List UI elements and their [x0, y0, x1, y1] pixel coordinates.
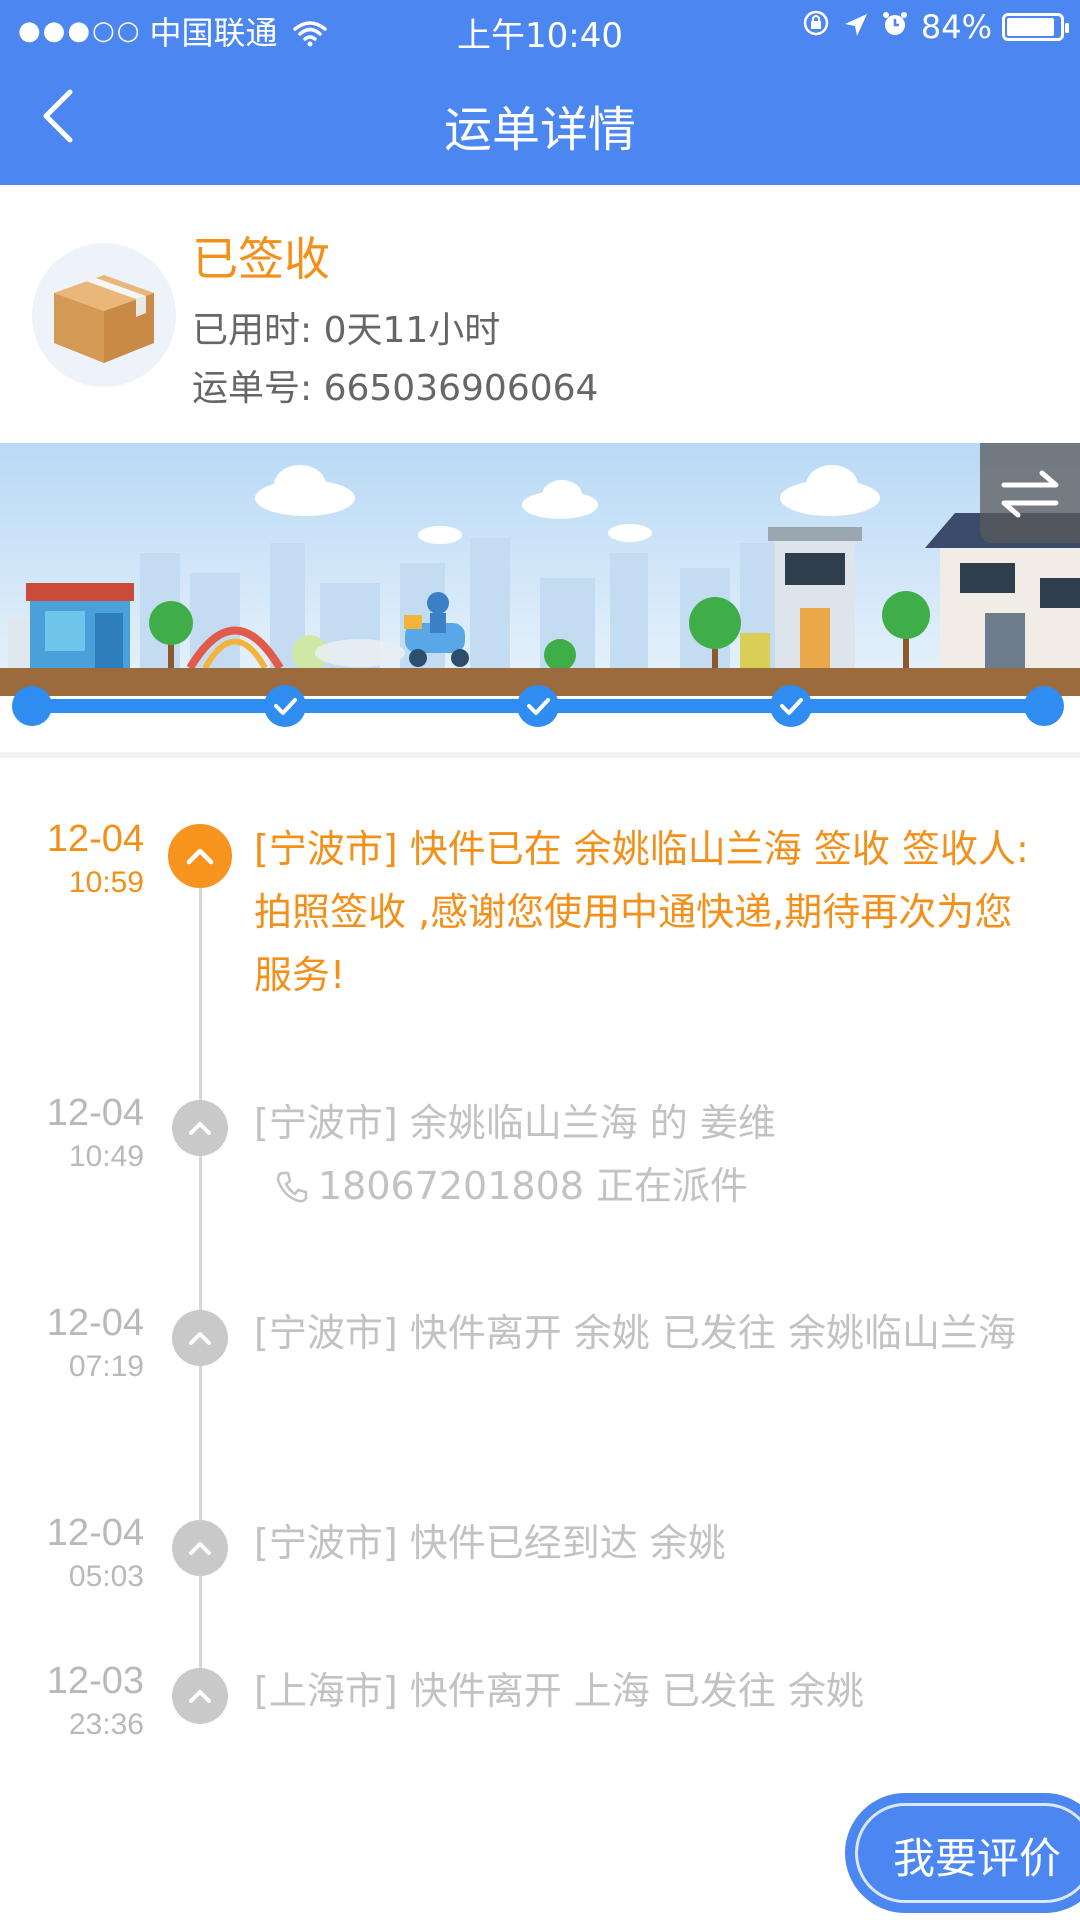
- progress-checkpoint: [264, 685, 306, 727]
- progress-endpoint: [12, 686, 52, 726]
- status-bar: ●●●○○ 中国联通 上午10:40 84%: [0, 0, 1080, 58]
- battery-level: [1007, 18, 1055, 36]
- progress-checkpoint: [517, 685, 559, 727]
- event-marker: [168, 824, 232, 888]
- tracking-timeline: 12-04 10:59 [宁波市] 快件已在 余姚临山兰海 签收 签收人: 拍照…: [0, 790, 1080, 1790]
- chevron-up-icon: [189, 1542, 211, 1555]
- event-time: 10:49: [68, 1140, 144, 1173]
- event-date: 12-04: [46, 1302, 144, 1344]
- waybill-number: 运单号: 665036906064: [192, 359, 598, 411]
- page-title: 运单详情: [443, 102, 636, 158]
- delivery-status: 已签收: [192, 232, 330, 286]
- event-description: [上海市] 快件离开 上海 已发往 余姚: [254, 1669, 864, 1713]
- battery-percent: 84%: [920, 8, 992, 46]
- divider: [0, 752, 1080, 758]
- event-time: 23:36: [68, 1708, 144, 1741]
- status-icons: 84%: [801, 8, 1069, 46]
- chevron-up-icon: [189, 1690, 211, 1703]
- rate-button[interactable]: 我要评价: [845, 1793, 1080, 1913]
- waybill-value[interactable]: 665036906064: [324, 368, 599, 409]
- elapsed-label: 已用时:: [192, 310, 313, 351]
- event-text: [宁波市] 余姚临山兰海 的 姜维: [254, 1101, 776, 1145]
- progress-checkpoint: [770, 685, 812, 727]
- event-date: 12-04: [46, 1512, 144, 1554]
- swap-icon: [1001, 470, 1059, 518]
- event-date: 12-03: [46, 1660, 144, 1702]
- event-marker: [172, 1310, 228, 1366]
- event-description: [宁波市] 余姚临山兰海 的 姜维 18067201808 正在派件: [254, 1092, 1044, 1218]
- alarm-icon: [881, 8, 909, 46]
- shipment-summary: 已签收 已用时: 0天11小时 运单号: 665036906064: [0, 185, 1080, 443]
- event-marker: [172, 1100, 228, 1156]
- checkmark-icon: [780, 698, 803, 715]
- event-date: 12-04: [46, 818, 144, 860]
- chevron-up-icon: [189, 1122, 211, 1135]
- battery-icon: [1002, 13, 1069, 41]
- event-marker: [172, 1668, 228, 1724]
- event-marker: [172, 1520, 228, 1576]
- event-time: 05:03: [68, 1560, 144, 1593]
- phone-icon: [276, 1171, 308, 1202]
- package-box-icon: [32, 243, 176, 387]
- progress-endpoint: [1024, 686, 1064, 726]
- app-header: ●●●○○ 中国联通 上午10:40 84% 运单详情: [0, 0, 1080, 185]
- chevron-up-icon: [186, 848, 214, 865]
- event-date: 12-04: [46, 1092, 144, 1134]
- chevron-up-icon: [189, 1332, 211, 1345]
- location-arrow-icon: [843, 8, 869, 46]
- elapsed-time: 已用时: 0天11小时: [192, 301, 500, 353]
- elapsed-value: 0天11小时: [323, 310, 501, 351]
- delivery-progress-banner: [0, 443, 1080, 743]
- rate-button-label: 我要评价: [893, 1834, 1062, 1883]
- event-time: 10:59: [68, 866, 144, 899]
- event-description: [宁波市] 快件离开 余姚 已发往 余姚临山兰海: [254, 1311, 1016, 1355]
- event-description: [宁波市] 快件已经到达 余姚: [254, 1521, 726, 1565]
- event-time: 07:19: [68, 1350, 144, 1383]
- courier-phone[interactable]: 18067201808 正在派件: [254, 1155, 1044, 1218]
- swap-view-button[interactable]: [980, 443, 1080, 543]
- checkmark-icon: [274, 698, 297, 715]
- checkmark-icon: [527, 698, 550, 715]
- waybill-label: 运单号:: [192, 368, 313, 409]
- rotation-lock-icon: [801, 8, 831, 46]
- courier-phone-text: 18067201808 正在派件: [318, 1164, 749, 1208]
- event-description: [宁波市] 快件已在 余姚临山兰海 签收 签收人: 拍照签收 ,感谢您使用中通快…: [254, 827, 1029, 997]
